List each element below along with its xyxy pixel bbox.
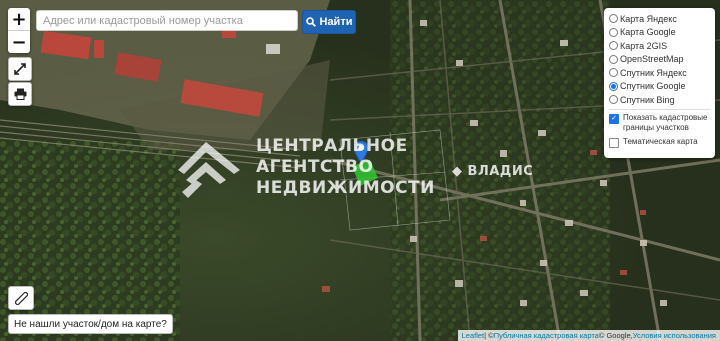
layer-option-google-map[interactable]: Карта Google — [609, 26, 710, 40]
radio-icon[interactable] — [609, 27, 618, 37]
print-button[interactable] — [8, 82, 32, 106]
checkbox-icon[interactable] — [609, 137, 619, 148]
zoom-out-button[interactable]: − — [8, 30, 30, 53]
radio-icon[interactable] — [609, 68, 618, 78]
layer-option-openstreetmap[interactable]: OpenStreetMap — [609, 53, 710, 67]
terms-link[interactable]: Условия использования — [633, 331, 716, 340]
search-input[interactable] — [36, 10, 298, 31]
print-icon — [14, 88, 26, 100]
search-icon — [305, 17, 316, 27]
zoom-in-button[interactable]: + — [8, 8, 30, 30]
layer-option-2gis-map[interactable]: Карта 2GIS — [609, 39, 710, 53]
overlay-thematic-map[interactable]: Тематическая карта — [609, 137, 710, 148]
expand-icon — [14, 63, 26, 75]
ruler-icon — [14, 291, 28, 305]
leaflet-link[interactable]: Leaflet — [462, 331, 485, 340]
radio-selected-icon[interactable] — [609, 81, 618, 91]
radio-icon[interactable] — [609, 54, 618, 64]
layer-switcher: Карта Яндекс Карта Google Карта 2GIS Ope… — [604, 8, 715, 158]
layer-option-google-satellite[interactable]: Спутник Google — [609, 80, 710, 94]
fullscreen-button[interactable] — [8, 57, 32, 81]
cadastral-map-link[interactable]: Публичная кадастровая карта — [494, 331, 599, 340]
radio-icon[interactable] — [609, 95, 618, 105]
layer-option-bing-satellite[interactable]: Спутник Bing — [609, 93, 710, 107]
location-marker-icon[interactable] — [354, 141, 368, 163]
radio-icon[interactable] — [609, 14, 618, 24]
layer-option-yandex-map[interactable]: Карта Яндекс — [609, 12, 710, 26]
radio-icon[interactable] — [609, 41, 618, 51]
overlay-cadastral-borders[interactable]: ✓ Показать кадастровые границы участков — [609, 113, 710, 133]
find-button-label: Найти — [319, 16, 353, 28]
checkbox-checked-icon[interactable]: ✓ — [609, 113, 619, 124]
map-attribution: Leaflet | © Публичная кадастровая карта … — [457, 330, 720, 341]
layer-divider — [609, 108, 710, 110]
layer-option-yandex-satellite[interactable]: Спутник Яндекс — [609, 66, 710, 80]
ruler-button[interactable] — [8, 286, 34, 310]
find-button[interactable]: Найти — [302, 10, 356, 34]
zoom-control: + − — [8, 8, 30, 53]
missing-parcel-button[interactable]: Не нашли участок/дом на карте? — [8, 314, 173, 334]
